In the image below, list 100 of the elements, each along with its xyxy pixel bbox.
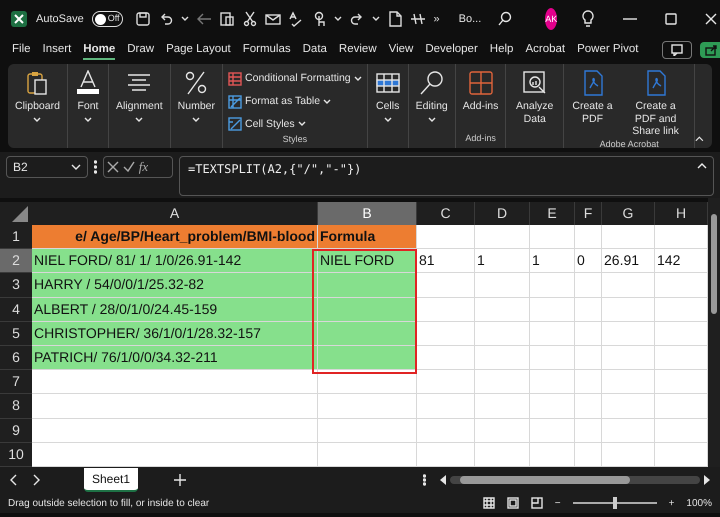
table-cell[interactable]	[575, 225, 602, 250]
table-cell[interactable]	[655, 370, 708, 394]
scroll-right-icon[interactable]	[704, 475, 710, 486]
table-cell[interactable]	[318, 298, 417, 322]
next-sheet-icon[interactable]	[32, 474, 40, 486]
column-header[interactable]: B	[318, 202, 417, 225]
ribbon-button[interactable]: Alignment	[112, 68, 167, 148]
table-cell[interactable]	[417, 322, 475, 346]
table-cell[interactable]	[32, 394, 318, 418]
more-options-icon[interactable]	[423, 474, 426, 486]
ribbon-button[interactable]: Number	[174, 68, 220, 148]
copy-icon[interactable]	[218, 11, 235, 27]
collapse-ribbon-icon[interactable]	[695, 136, 704, 142]
table-cell[interactable]	[475, 442, 530, 467]
table-cell[interactable]	[417, 346, 475, 370]
table-cell[interactable]: CHRISTOPHER/ 36/1/0/1/28.32-157	[32, 322, 318, 346]
ribbon-tab[interactable]: Power Pivot	[577, 40, 638, 60]
table-cell[interactable]: PATRICH/ 76/1/0/0/34.32-211	[32, 346, 318, 370]
ribbon-button[interactable]: Create a PDF and Share link	[620, 68, 692, 138]
table-cell[interactable]	[655, 442, 708, 467]
table-cell[interactable]	[417, 298, 475, 322]
table-cell[interactable]	[32, 370, 318, 394]
table-cell[interactable]	[602, 418, 655, 443]
ribbon-tab[interactable]: Insert	[42, 40, 72, 60]
table-cell[interactable]	[530, 298, 575, 322]
ribbon-tab[interactable]: Page Layout	[166, 40, 231, 60]
table-cell[interactable]	[575, 322, 602, 346]
column-header[interactable]: C	[417, 202, 475, 225]
table-cell[interactable]	[417, 225, 475, 250]
table-cell[interactable]	[602, 370, 655, 394]
ribbon-tab[interactable]: Draw	[127, 40, 154, 60]
more-options-icon[interactable]	[94, 160, 97, 174]
ribbon-button[interactable]: Create a PDF	[567, 68, 618, 138]
table-cell[interactable]	[602, 322, 655, 346]
table-cell[interactable]	[602, 273, 655, 298]
table-cell[interactable]	[575, 298, 602, 322]
overflow-chevrons[interactable]: »	[434, 10, 440, 28]
table-cell[interactable]	[530, 225, 575, 250]
table-cell[interactable]	[475, 322, 530, 346]
cancel-icon[interactable]	[106, 161, 119, 173]
table-cell[interactable]	[318, 370, 417, 394]
table-cell[interactable]: Formula	[318, 225, 417, 250]
table-cell[interactable]	[318, 273, 417, 298]
row-header[interactable]: 6	[0, 346, 32, 370]
row-header[interactable]: 2	[0, 249, 32, 274]
add-sheet-icon[interactable]	[174, 474, 186, 486]
user-avatar[interactable]: AK	[545, 8, 558, 30]
table-cell[interactable]	[475, 370, 530, 394]
column-header[interactable]: A	[32, 202, 318, 225]
enter-icon[interactable]	[122, 161, 135, 173]
table-cell[interactable]: 1	[530, 249, 575, 274]
table-cell[interactable]	[475, 418, 530, 443]
ribbon-button[interactable]: Editing	[412, 68, 452, 148]
row-header[interactable]: 1	[0, 225, 32, 250]
table-cell[interactable]	[530, 273, 575, 298]
caret-icon[interactable]	[180, 16, 189, 22]
close-icon[interactable]	[705, 13, 718, 25]
table-cell[interactable]	[602, 298, 655, 322]
table-cell[interactable]	[530, 394, 575, 418]
table-cell[interactable]: 81	[417, 249, 475, 274]
table-cell[interactable]	[530, 346, 575, 370]
table-cell[interactable]: 1	[475, 249, 530, 274]
strikethrough-icon[interactable]	[410, 11, 426, 27]
table-cell[interactable]: NIEL FORD/ 81/ 1/ 1/0/26.91-142	[32, 249, 318, 274]
sheet-tab[interactable]: Sheet1	[84, 468, 138, 492]
table-cell[interactable]	[655, 273, 708, 298]
column-header[interactable]: D	[475, 202, 530, 225]
autosave-toggle[interactable]: Off	[92, 11, 123, 27]
ribbon-button[interactable]: Clipboard	[11, 68, 64, 148]
table-cell[interactable]: ALBERT / 28/0/1/0/24.45-159	[32, 298, 318, 322]
caret-icon[interactable]	[372, 16, 380, 22]
table-cell[interactable]	[575, 394, 602, 418]
name-box[interactable]: B2	[6, 156, 88, 178]
table-cell[interactable]	[655, 394, 708, 418]
row-header[interactable]: 5	[0, 322, 32, 346]
table-cell[interactable]	[655, 322, 708, 346]
table-cell[interactable]	[475, 225, 530, 250]
table-cell[interactable]	[475, 394, 530, 418]
table-cell[interactable]	[655, 225, 708, 250]
table-cell[interactable]	[530, 322, 575, 346]
table-cell[interactable]	[417, 273, 475, 298]
ribbon-tab[interactable]: Formulas	[242, 40, 291, 60]
page-icon[interactable]	[386, 11, 403, 27]
ribbon-button[interactable]: Font	[70, 68, 105, 148]
zoom-in-button[interactable]: +	[668, 496, 674, 511]
table-cell[interactable]	[575, 370, 602, 394]
ribbon-tab[interactable]: View	[388, 40, 414, 60]
row-header[interactable]: 9	[0, 418, 32, 443]
row-header[interactable]: 10	[0, 442, 32, 467]
column-header[interactable]: G	[602, 202, 655, 225]
horizontal-scrollbar[interactable]	[450, 476, 700, 484]
scissors-icon[interactable]	[242, 11, 258, 27]
zoom-out-button[interactable]: −	[554, 496, 561, 511]
ribbon-tab[interactable]: Review	[338, 40, 377, 60]
table-cell[interactable]	[32, 442, 318, 467]
ribbon-button[interactable]: Analyze Data	[509, 68, 560, 148]
zoom-slider[interactable]	[572, 497, 657, 510]
ribbon-button[interactable]: Format as Table	[226, 92, 364, 110]
page-break-view-icon[interactable]	[530, 497, 543, 510]
select-all-corner-icon[interactable]	[0, 202, 32, 225]
